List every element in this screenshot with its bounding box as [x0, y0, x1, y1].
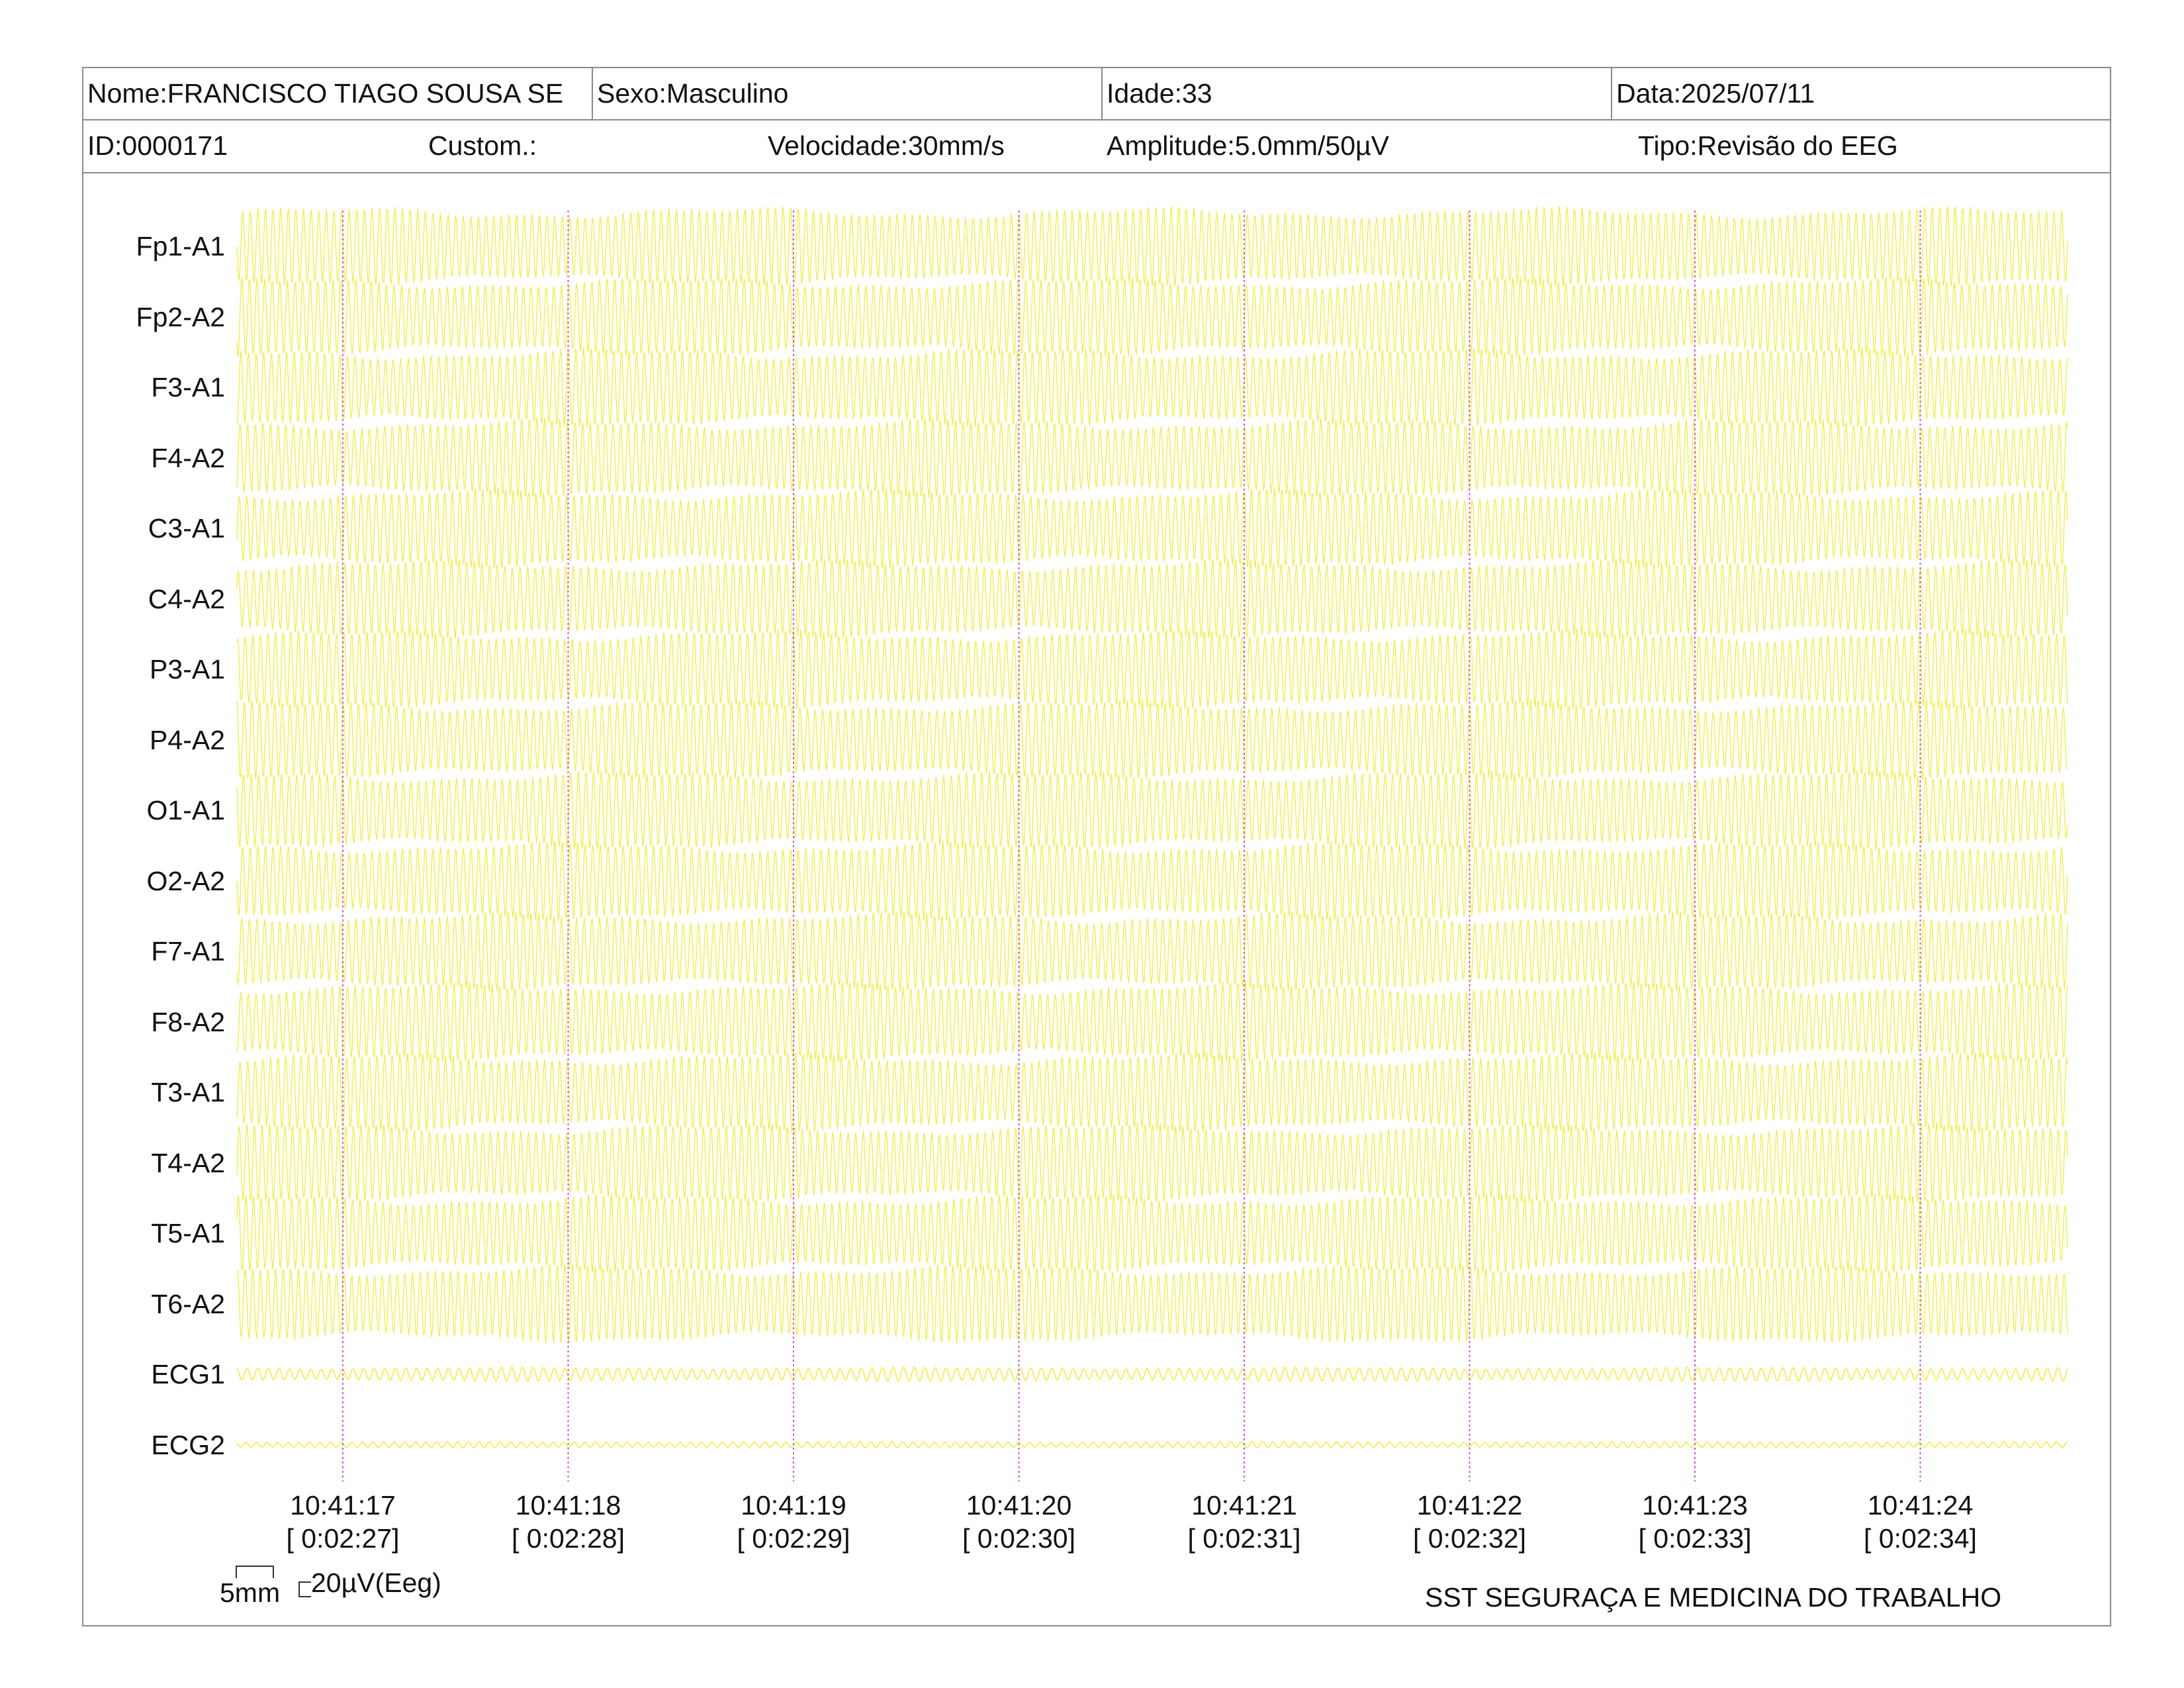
- time-label-elapsed: [ 0:02:34]: [1864, 1523, 1977, 1554]
- time-label-elapsed: [ 0:02:32]: [1413, 1523, 1526, 1554]
- channel-label: O1-A1: [146, 795, 226, 825]
- eeg-trace: [236, 1264, 2068, 1344]
- eeg-trace: [236, 699, 2068, 780]
- eeg-trace: [236, 1366, 2068, 1382]
- time-label-clock: 10:41:18: [515, 1490, 621, 1521]
- channel-label: T4-A2: [151, 1147, 225, 1178]
- time-label-elapsed: [ 0:02:28]: [512, 1523, 625, 1554]
- channel-label: F3-A1: [151, 372, 225, 402]
- eeg-trace: [236, 205, 2068, 287]
- channel-label: O2-A2: [146, 865, 226, 896]
- time-label-clock: 10:41:20: [966, 1490, 1072, 1521]
- channel-label: P3-A1: [150, 654, 225, 684]
- channel-label: T3-A1: [151, 1077, 225, 1107]
- time-label-clock: 10:41:24: [1867, 1490, 1974, 1521]
- time-label-clock: 10:41:21: [1191, 1490, 1297, 1521]
- scale-bar-horizontal: [236, 1566, 274, 1578]
- channel-label: Fp1-A1: [136, 231, 225, 261]
- eeg-trace: [236, 1193, 2068, 1274]
- scale-bar-vertical: [298, 1581, 311, 1597]
- eeg-trace: [236, 981, 2068, 1062]
- channel-label: Fp2-A2: [136, 301, 225, 332]
- channel-label: ECG1: [151, 1359, 225, 1389]
- time-label-elapsed: [ 0:02:29]: [737, 1523, 850, 1554]
- channel-label: F8-A2: [151, 1006, 225, 1037]
- channel-label: C4-A2: [148, 583, 225, 614]
- eeg-trace: [236, 770, 2068, 851]
- channel-label: P4-A2: [150, 724, 225, 755]
- eeg-trace: [236, 487, 2068, 569]
- time-label-elapsed: [ 0:02:30]: [962, 1523, 1075, 1554]
- scale-vertical-label: 20µV(Eeg): [311, 1568, 441, 1598]
- channel-label: F7-A1: [151, 936, 225, 966]
- eeg-trace: [236, 558, 2068, 639]
- eeg-trace: [236, 911, 2068, 992]
- eeg-trace: [236, 1052, 2068, 1133]
- eeg-trace: [236, 276, 2068, 357]
- channel-label: F4-A2: [151, 442, 225, 473]
- channel-label: C3-A1: [148, 513, 225, 543]
- eeg-traces-area: [236, 205, 2068, 1597]
- scale-horizontal-label: 5mm: [220, 1577, 281, 1608]
- eeg-trace: [236, 347, 2068, 427]
- eeg-trace: [236, 628, 2068, 710]
- time-label-elapsed: [ 0:02:31]: [1187, 1523, 1301, 1554]
- time-label-clock: 10:41:23: [1642, 1490, 1748, 1521]
- time-label-clock: 10:41:19: [741, 1490, 846, 1521]
- channel-label: T6-A2: [151, 1288, 225, 1319]
- eeg-trace: [236, 417, 2068, 498]
- eeg-trace: [236, 1122, 2068, 1203]
- time-label-clock: 10:41:17: [290, 1490, 396, 1521]
- time-label-clock: 10:41:22: [1416, 1490, 1523, 1521]
- eeg-trace: [236, 1440, 2068, 1449]
- channel-label: T5-A1: [151, 1218, 225, 1248]
- channel-label: ECG2: [151, 1429, 225, 1460]
- eeg-trace: [236, 840, 2068, 921]
- time-label-elapsed: [ 0:02:33]: [1638, 1523, 1752, 1554]
- time-label-elapsed: [ 0:02:27]: [286, 1523, 400, 1554]
- institution-name: SST SEGURAÇA E MEDICINA DO TRABALHO: [1425, 1582, 2002, 1613]
